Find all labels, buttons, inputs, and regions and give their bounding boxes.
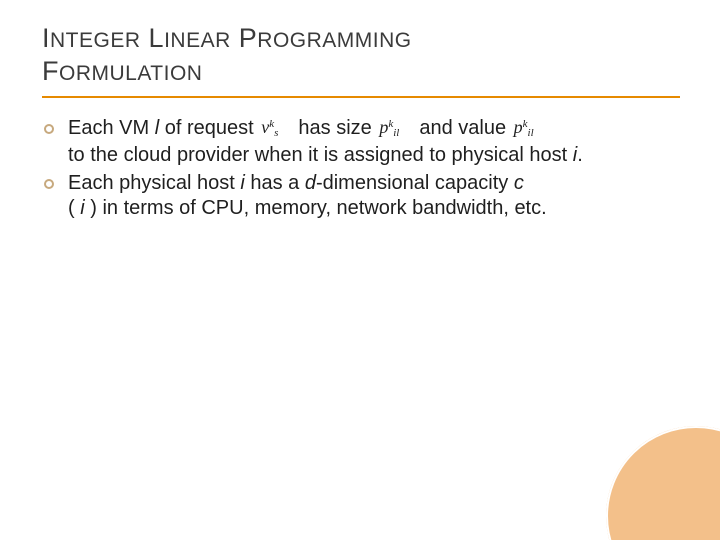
list-item: Each VM l of request vkshas size pkiland… (42, 116, 680, 169)
title-block: INTEGER LINEAR PROGRAMMING FORMULATION (42, 22, 680, 88)
text: has size (298, 117, 377, 139)
slide: INTEGER LINEAR PROGRAMMING FORMULATION E… (0, 0, 720, 540)
math-expr: pkil (512, 117, 536, 137)
text: Each physical host (68, 172, 240, 194)
math-expr: pkil (377, 117, 401, 137)
text: and value (419, 117, 511, 139)
math-expr: vks (259, 117, 280, 137)
title-part: P (239, 23, 258, 53)
decorative-circle (606, 426, 720, 540)
title-rule (42, 96, 680, 98)
text: ( (68, 197, 80, 219)
title-part: NTEGER (50, 29, 141, 52)
title-part: L (149, 23, 165, 53)
text: -dimensional capacity (316, 172, 514, 194)
text: ) in terms of CPU, memory, network bandw… (85, 197, 547, 219)
text: to the cloud provider when it is assigne… (68, 144, 573, 166)
slide-title: INTEGER LINEAR PROGRAMMING FORMULATION (42, 22, 680, 88)
italic: d (305, 172, 316, 194)
title-part: I (42, 23, 50, 53)
text: of request (159, 117, 259, 139)
text: has a (245, 172, 305, 194)
title-part: ROGRAMMING (257, 29, 411, 52)
bullet-text: Each physical host i has a d-dimensional… (68, 171, 680, 221)
text: . (577, 144, 583, 166)
bullet-text: Each VM l of request vkshas size pkiland… (68, 116, 680, 169)
title-part: INEAR (164, 29, 231, 52)
text: Each VM (68, 117, 155, 139)
bullet-icon (44, 179, 54, 189)
content: Each VM l of request vkshas size pkiland… (42, 116, 680, 221)
list-item: Each physical host i has a d-dimensional… (42, 171, 680, 221)
italic: c (514, 172, 524, 194)
title-part: F (42, 56, 59, 86)
bullet-icon (44, 124, 54, 134)
title-part: ORMULATION (59, 62, 202, 85)
